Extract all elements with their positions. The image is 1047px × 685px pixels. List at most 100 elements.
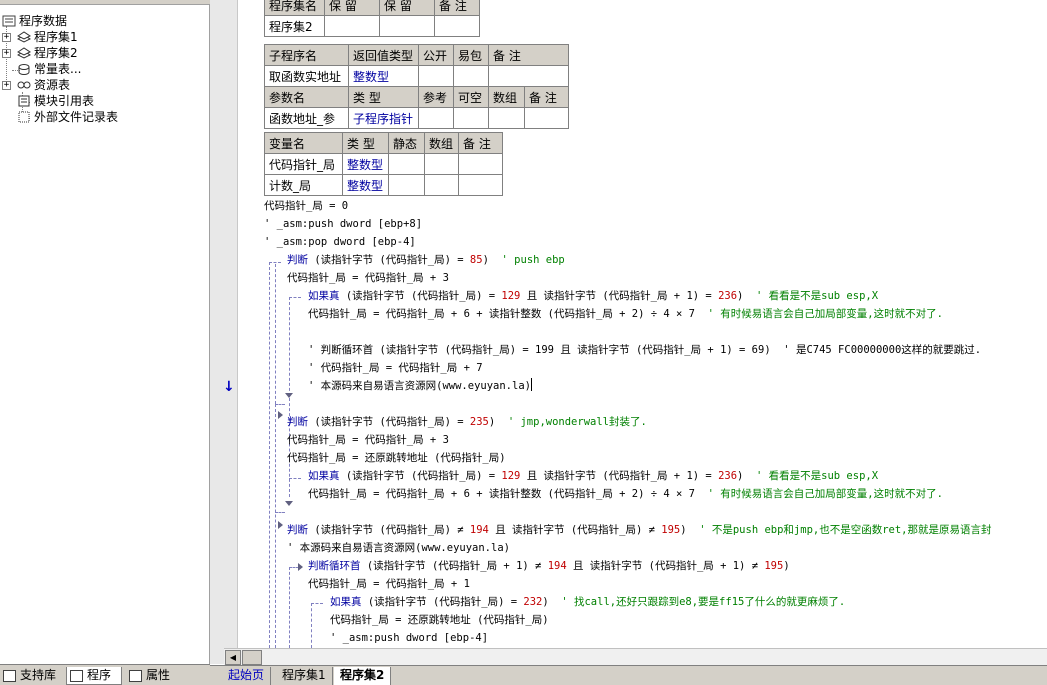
comment: ' 本源码来自易语言资源网(www.eyuyan.la) [308, 380, 531, 392]
number: 232 [523, 596, 543, 608]
table-cell[interactable] [458, 153, 503, 175]
code-line[interactable]: 如果真 (读指针字节 (代码指针_局) = 232) ' 找call,还好只跟踪… [330, 593, 845, 611]
code-line[interactable]: 代码指针_局 = 代码指针_局 + 1 [308, 575, 470, 593]
table-cell[interactable]: 整数型 [342, 174, 389, 196]
tab-support-library[interactable]: 支持库 [0, 667, 64, 685]
tree-item-program-set1[interactable]: 程序集1 [17, 29, 78, 45]
table-header: 备 注 [434, 0, 480, 16]
table-cell[interactable]: 计数_局 [264, 174, 343, 196]
code-comment-line[interactable]: ' _asm:push dword [ebp+8] [264, 215, 422, 233]
keyword: 判断 [287, 254, 308, 266]
code-comment-line[interactable]: ' _asm:push dword [ebp-4] [330, 629, 488, 647]
table-header: 变量名 [264, 132, 343, 154]
collapse-arrow-icon[interactable] [285, 501, 293, 506]
tree-top-bar [0, 0, 210, 5]
table-cell[interactable] [418, 65, 454, 87]
table-cell[interactable] [424, 174, 459, 196]
tab-properties[interactable]: 属性 [126, 667, 182, 685]
table-cell[interactable] [388, 174, 425, 196]
code-line[interactable]: 判断 (读指针字节 (代码指针_局) ≠ 194 且 读指针字节 (代码指针_局… [287, 521, 992, 539]
code-line[interactable]: 代码指针_局 = 0 [264, 197, 348, 215]
code-comment-line[interactable]: ' 本源码来自易语言资源网(www.eyuyan.la) [308, 377, 532, 395]
table-cell[interactable] [458, 174, 503, 196]
table-cell[interactable]: 子程序指针 [348, 107, 419, 129]
table-header: 数组 [424, 132, 459, 154]
comment: ' 有时候易语言会自己加局部变量,这时就不对了. [707, 488, 943, 500]
code-line[interactable]: 如果真 (读指针字节 (代码指针_局) = 129 且 读指针字节 (代码指针_… [308, 467, 878, 485]
tab-program[interactable]: 程序 [66, 667, 122, 685]
module-icon [17, 31, 31, 43]
expand-toggle[interactable]: + [2, 49, 11, 58]
tree-item-constants[interactable]: 常量表... [17, 61, 81, 77]
table-header: 子程序名 [264, 44, 349, 66]
table-cell[interactable] [324, 15, 380, 37]
code-line[interactable]: 代码指针_局 = 还原跳转地址 (代码指针_局) [287, 449, 506, 467]
table-cell[interactable]: 取函数实地址 [264, 65, 349, 87]
expand-toggle[interactable]: + [2, 33, 11, 42]
code-text: (读指针字节 (代码指针_局 + 1) ≠ [360, 560, 548, 572]
scroll-left-button[interactable]: ◀ [225, 650, 241, 665]
code-text: (读指针字节 (代码指针_局) = [308, 416, 470, 428]
table-cell[interactable]: 代码指针_局 [264, 153, 343, 175]
code-comment-line[interactable]: ' 判断循环首 (读指针字节 (代码指针_局) = 199 且 读指针字节 (代… [308, 341, 981, 359]
tree-item-program-set2[interactable]: 程序集2 [17, 45, 78, 61]
table-cell[interactable] [424, 153, 459, 175]
document-tabs: 起始页 程序集1 程序集2 [210, 665, 1047, 685]
code-line[interactable]: 代码指针_局 = 代码指针_局 + 3 [287, 269, 449, 287]
code-line[interactable]: 代码指针_局 = 还原跳转地址 (代码指针_局) [330, 611, 549, 629]
tab-program-set2[interactable]: 程序集2 [334, 667, 392, 685]
code-comment-line[interactable]: ' 代码指针_局 = 代码指针_局 + 7 [308, 359, 483, 377]
table-cell[interactable] [488, 107, 525, 129]
program-tree-panel: 程序数据 + 程序集1 + 程序集2 常量表... + 资源表 模块引用表 外部… [0, 0, 210, 664]
scroll-thumb[interactable] [242, 650, 262, 665]
code-comment-line[interactable]: ' _asm:pop dword [ebp-4] [264, 233, 416, 251]
properties-icon [129, 670, 142, 682]
tree-item-module-refs[interactable]: 模块引用表 [17, 93, 94, 109]
code-line[interactable]: 判断循环首 (读指针字节 (代码指针_局 + 1) ≠ 194 且 读指针字节 … [308, 557, 790, 575]
table-cell[interactable] [453, 107, 489, 129]
tree-item-label: 程序集1 [34, 30, 78, 44]
table-cell[interactable] [524, 107, 569, 129]
table-cell[interactable] [418, 107, 454, 129]
table-cell[interactable] [488, 65, 569, 87]
code-text: ) [783, 560, 790, 572]
table-cell[interactable] [434, 15, 480, 37]
table-cell[interactable]: 整数型 [342, 153, 389, 175]
expand-toggle[interactable]: + [2, 81, 11, 90]
table-header: 静态 [388, 132, 425, 154]
code-comment-line[interactable]: ' 本源码来自易语言资源网(www.eyuyan.la) [287, 539, 510, 557]
number: 235 [469, 416, 489, 428]
code-line[interactable]: 判断 (读指针字节 (代码指针_局) = 85) ' push ebp [287, 251, 565, 269]
tab-program-set1[interactable]: 程序集1 [276, 667, 333, 685]
flow-guide [269, 262, 270, 648]
tree-item-label: 程序集2 [34, 46, 78, 60]
table-cell[interactable]: 程序集2 [264, 15, 325, 37]
collapse-arrow-icon[interactable] [285, 393, 293, 398]
comment: ' 判断循环首 (读指针字节 (代码指针_局) = 199 且 读指针字节 (代… [308, 344, 784, 356]
table-header: 备 注 [524, 86, 569, 108]
horizontal-scrollbar[interactable]: ◀ [224, 648, 1047, 665]
table-cell[interactable] [379, 15, 435, 37]
code-line[interactable]: 代码指针_局 = 代码指针_局 + 6 + 读指针整数 (代码指针_局 + 2)… [308, 485, 943, 503]
code-line[interactable]: 代码指针_局 = 代码指针_局 + 6 + 读指针整数 (代码指针_局 + 2)… [308, 305, 943, 323]
table-cell[interactable]: 整数型 [348, 65, 419, 87]
tree-item-label: 模块引用表 [34, 94, 95, 108]
code-editor[interactable]: 程序集名 保 留 保 留 备 注 程序集2 子程序名 返回值类型 公开 易包 备… [238, 0, 1047, 648]
code-line[interactable]: 如果真 (读指针字节 (代码指针_局) = 129 且 读指针字节 (代码指针_… [308, 287, 878, 305]
tree-item-resources[interactable]: 资源表 [17, 77, 70, 93]
table-cell[interactable] [453, 65, 489, 87]
text-cursor [530, 378, 532, 391]
tree-item-external-files[interactable]: 外部文件记录表 [17, 109, 118, 125]
code-text: 且 读指针字节 (代码指针_局) ≠ [488, 524, 662, 536]
tab-start-page[interactable]: 起始页 [222, 667, 272, 685]
code-line[interactable]: 判断 (读指针字节 (代码指针_局) = 235) ' jmp,wonderwa… [287, 413, 647, 431]
code-text: 且 读指针字节 (代码指针_局 + 1) = [520, 470, 719, 482]
comment: ' 有时候易语言会自己加局部变量,这时就不对了. [707, 308, 943, 320]
tree-root[interactable]: 程序数据 [2, 13, 67, 29]
table-cell[interactable]: 函数地址_参 [264, 107, 349, 129]
code-line[interactable]: 代码指针_局 = 代码指针_局 + 3 [287, 431, 449, 449]
comment: ' jmp,wonderwall封装了. [507, 416, 647, 428]
table-header: 类 型 [348, 86, 419, 108]
table-cell[interactable] [388, 153, 425, 175]
table-header: 程序集名 [264, 0, 325, 16]
